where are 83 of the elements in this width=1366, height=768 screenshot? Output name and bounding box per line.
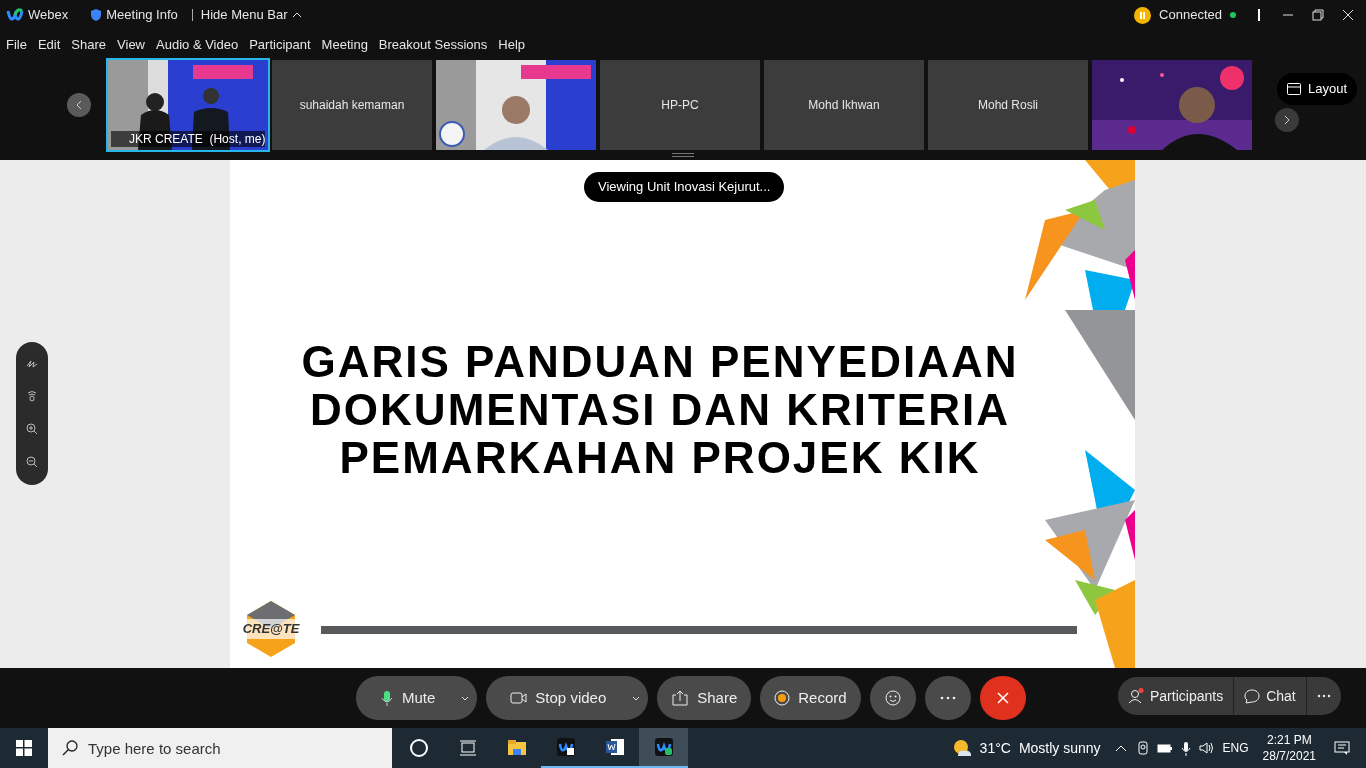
end-call-button[interactable] <box>979 676 1026 720</box>
menu-item[interactable]: View <box>117 35 145 55</box>
participant-tile[interactable]: JKR CREATE (Host, me) <box>108 60 268 150</box>
webex-app-icon[interactable] <box>555 737 576 757</box>
weather-sun-icon <box>951 739 972 757</box>
menu-item[interactable]: Edit <box>37 35 61 55</box>
connection-status: Connected <box>1159 6 1222 25</box>
smiley-icon <box>884 690 901 706</box>
participants-button[interactable]: Participants <box>1118 677 1234 715</box>
menu-item[interactable]: Participant <box>249 35 311 55</box>
camera-icon <box>510 690 528 706</box>
menu-item[interactable]: Meeting <box>321 35 368 55</box>
webex-logo-icon <box>6 8 24 22</box>
document-app-icon[interactable] <box>604 737 625 757</box>
record-icon <box>774 690 791 706</box>
microphone-icon[interactable] <box>1180 740 1191 756</box>
slide-title-line: GARIS PANDUAN PENYEDIAAN <box>301 338 1019 386</box>
meeting-info-button[interactable]: Meeting Info <box>90 5 178 25</box>
shield-icon <box>90 8 103 22</box>
weather-condition: Mostly sunny <box>1018 738 1101 758</box>
app-name: Webex <box>28 6 69 25</box>
microphone-icon <box>380 690 394 706</box>
chat-button[interactable]: Chat <box>1233 677 1306 715</box>
notifications-icon[interactable] <box>1334 741 1350 755</box>
speaker-icon[interactable] <box>1198 741 1215 755</box>
slide-title-line: DOKUMENTASI DAN KRITERIA <box>310 386 1010 434</box>
slide-title-line: PEMARKAHAN PROJEK KIK <box>339 434 981 482</box>
zoom-out-icon[interactable] <box>26 456 38 469</box>
language-indicator[interactable]: ENG <box>1222 739 1249 757</box>
participant-name: JKR CREATE (Host, me) <box>129 131 266 148</box>
participant-name: Mohd Ikhwan <box>808 97 880 114</box>
participant-tile[interactable]: suhaidah kemaman <box>272 60 432 150</box>
temperature: 31°C <box>979 738 1011 758</box>
record-button[interactable]: Record <box>760 676 861 720</box>
more-icon <box>1316 694 1331 698</box>
participant-tile[interactable]: Mohd Rosli <box>928 60 1088 150</box>
participant-name: suhaidah kemaman <box>299 97 405 114</box>
task-view-icon[interactable] <box>457 738 478 758</box>
previous-button[interactable] <box>67 93 91 117</box>
menu-item[interactable]: File <box>6 35 27 55</box>
status-icon <box>1134 6 1152 24</box>
zoom-in-icon[interactable] <box>26 423 38 436</box>
chevron-up-icon <box>291 12 302 18</box>
clock-date[interactable]: 28/7/2021 <box>1262 748 1316 764</box>
search-icon <box>62 740 78 756</box>
pointer-icon[interactable] <box>27 389 37 402</box>
participant-name: HP-PC <box>661 97 699 114</box>
more-icon <box>939 696 956 700</box>
close-icon <box>996 692 1009 704</box>
chevron-right-icon <box>1284 115 1290 125</box>
windows-icon <box>16 740 32 756</box>
share-button[interactable]: Share <box>657 676 752 720</box>
menu-item[interactable]: Share <box>71 35 107 55</box>
chat-bubble-icon <box>1244 688 1261 704</box>
restore-icon[interactable] <box>1312 9 1324 21</box>
camera-icon[interactable] <box>1136 741 1149 755</box>
video-button[interactable]: Stop video <box>486 676 649 720</box>
participant-tile[interactable]: HP-PC <box>600 60 760 150</box>
slide-logo: CRE@TE <box>241 619 301 639</box>
clock-time[interactable]: 2:21 PM <box>1266 732 1312 748</box>
menu-item[interactable]: Help <box>498 35 525 55</box>
drag-handle-icon <box>672 153 694 157</box>
participant-name: Mohd Rosli <box>978 97 1038 114</box>
webex-meetings-icon[interactable] <box>653 737 674 757</box>
battery-icon[interactable] <box>1156 743 1173 753</box>
cortana-icon[interactable] <box>408 738 429 758</box>
reactions-button[interactable] <box>869 676 916 720</box>
pen-icon[interactable] <box>26 358 38 369</box>
menu-item[interactable]: Audio & Video <box>156 35 239 55</box>
search-field[interactable]: Type here to search <box>48 728 392 768</box>
sharing-banner[interactable]: Viewing Unit Inovasi Kejurut... <box>584 172 785 202</box>
close-icon[interactable] <box>1342 9 1354 21</box>
menu-item[interactable]: Breakout Sessions <box>378 35 488 55</box>
mute-button[interactable]: Mute <box>356 676 478 720</box>
person-icon <box>1128 688 1144 704</box>
participant-tile[interactable]: Mohd Ikhwan <box>764 60 924 150</box>
share-icon <box>671 690 690 706</box>
folder-icon[interactable] <box>506 738 527 758</box>
layout-icon <box>1287 83 1301 95</box>
chevron-up-icon[interactable] <box>1114 744 1127 752</box>
chevron-left-icon <box>76 100 82 110</box>
layout-button[interactable]: Layout <box>1277 73 1358 105</box>
hide-menu-bar-button[interactable]: Hide Menu Bar <box>200 5 302 25</box>
